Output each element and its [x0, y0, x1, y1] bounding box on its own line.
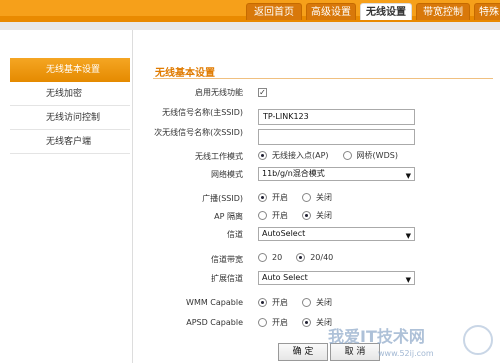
work-mode-wds-label: 网桥(WDS) [356, 151, 398, 160]
apsd-label: APSD Capable [186, 318, 243, 327]
row-ext-channel: 扩展信道 Auto Select ▼ [133, 270, 500, 288]
radio-dot [342, 151, 352, 160]
sidebar-item-clients[interactable]: 无线客户端 [10, 130, 130, 154]
radio-dot [302, 298, 311, 307]
title-divider [153, 78, 493, 79]
row-ssid: 无线信号名称(主SSID) [133, 104, 500, 125]
ssid-input[interactable] [258, 108, 415, 125]
ssid2-input[interactable] [258, 128, 415, 145]
bandwidth-2040-radio[interactable]: 20/40 [296, 253, 333, 262]
apsd-on-radio[interactable]: 开启 [258, 317, 288, 328]
broadcast-off-label: 关闭 [316, 193, 332, 202]
wmm-off-label: 关闭 [316, 298, 332, 307]
ap-isolation-on-label: 开启 [272, 211, 288, 220]
page-title: 无线基本设置 [155, 68, 215, 79]
channel-label: 信道 [227, 230, 243, 239]
ap-isolation-off-radio[interactable]: 关闭 [302, 210, 332, 221]
row-enable-wireless: 启用无线功能 ✓ [133, 84, 500, 102]
bandwidth-20-radio[interactable]: 20 [258, 253, 282, 262]
radio-dot [258, 253, 267, 262]
sidebar-item-access-control[interactable]: 无线访问控制 [10, 106, 130, 130]
work-mode-label: 无线工作模式 [195, 152, 243, 161]
broadcast-off-radio[interactable]: 关闭 [302, 192, 332, 203]
bandwidth-2040-label: 20/40 [310, 253, 334, 262]
work-mode-wds-radio[interactable]: 网桥(WDS) [342, 150, 398, 161]
radio-dot-selected [302, 318, 311, 327]
wmm-label: WMM Capable [186, 298, 243, 307]
chevron-down-icon: ▼ [405, 276, 411, 284]
wmm-on-label: 开启 [272, 298, 288, 307]
enable-wireless-label: 启用无线功能 [195, 88, 243, 97]
ssid-label: 无线信号名称(主SSID) [162, 108, 243, 117]
radio-dot-selected [258, 298, 267, 307]
work-mode-ap-radio[interactable]: 无线接入点(AP) [258, 150, 329, 161]
tab-bandwidth[interactable]: 带宽控制 [416, 3, 470, 20]
ext-channel-select[interactable]: Auto Select ▼ [258, 271, 415, 285]
row-channel: 信道 AutoSelect ▼ [133, 226, 500, 244]
radio-dot-selected [258, 193, 267, 202]
bandwidth-label: 信道带宽 [211, 255, 243, 264]
watermark-title: 我爱IT技术网 [328, 327, 425, 346]
ap-isolation-label: AP 隔离 [214, 212, 243, 221]
apsd-on-label: 开启 [272, 318, 288, 327]
sidebar-item-encryption[interactable]: 无线加密 [10, 82, 130, 106]
radio-dot [258, 211, 267, 220]
broadcast-on-radio[interactable]: 开启 [258, 192, 288, 203]
ap-isolation-on-radio[interactable]: 开启 [258, 210, 288, 221]
row-wmm: WMM Capable 开启 关闭 [133, 295, 500, 313]
ext-channel-value: Auto Select [262, 273, 308, 282]
row-network-mode: 网络模式 11b/g/n混合模式 ▼ [133, 166, 500, 184]
channel-value: AutoSelect [262, 229, 306, 238]
sidebar-item-basic[interactable]: 无线基本设置 [10, 58, 130, 82]
enable-wireless-checkbox[interactable]: ✓ [258, 88, 267, 97]
tab-special[interactable]: 特殊 [474, 3, 500, 20]
main-content: 无线基本设置 启用无线功能 ✓ 无线信号名称(主SSID) 次无线信号名称(次S… [133, 30, 500, 363]
network-mode-value: 11b/g/n混合模式 [262, 169, 325, 178]
work-mode-ap-label: 无线接入点(AP) [272, 151, 329, 160]
broadcast-label: 广播(SSID) [202, 194, 243, 203]
broadcast-on-label: 开启 [272, 193, 288, 202]
row-bandwidth: 信道带宽 20 20/40 [133, 251, 500, 269]
watermark-url: www.52ij.com [378, 349, 434, 358]
watermark-logo: 我爱IT技术网 www.52ij.com [328, 325, 493, 358]
sidebar-menu: 无线基本设置 无线加密 无线访问控制 无线客户端 [10, 58, 130, 154]
row-work-mode: 无线工作模式 无线接入点(AP) 网桥(WDS) [133, 148, 500, 166]
row-ssid2: 次无线信号名称(次SSID) [133, 124, 500, 145]
radio-dot-selected [258, 151, 267, 160]
sidebar: 无线基本设置 无线加密 无线访问控制 无线客户端 [0, 30, 133, 363]
ap-isolation-off-label: 关闭 [316, 211, 332, 220]
bandwidth-20-label: 20 [272, 253, 283, 262]
header-divider [0, 22, 500, 30]
chevron-down-icon: ▼ [405, 232, 411, 240]
ext-channel-label: 扩展信道 [211, 274, 243, 283]
radio-dot [302, 193, 311, 202]
wmm-off-radio[interactable]: 关闭 [302, 297, 332, 308]
tab-advanced[interactable]: 高级设置 [306, 3, 356, 20]
channel-select[interactable]: AutoSelect ▼ [258, 227, 415, 241]
tab-home[interactable]: 返回首页 [246, 3, 302, 20]
row-broadcast: 广播(SSID) 开启 关闭 [133, 190, 500, 208]
radio-dot [258, 318, 267, 327]
ssid2-label: 次无线信号名称(次SSID) [154, 128, 243, 137]
network-mode-label: 网络模式 [211, 170, 243, 179]
radio-dot-selected [302, 211, 311, 220]
top-nav-bar: 返回首页 高级设置 无线设置 带宽控制 特殊 [0, 0, 500, 22]
network-mode-select[interactable]: 11b/g/n混合模式 ▼ [258, 167, 415, 181]
wmm-on-radio[interactable]: 开启 [258, 297, 288, 308]
radio-dot-selected [296, 253, 306, 262]
row-ap-isolation: AP 隔离 开启 关闭 [133, 208, 500, 226]
chevron-down-icon: ▼ [405, 172, 411, 180]
tab-wireless[interactable]: 无线设置 [360, 3, 412, 20]
